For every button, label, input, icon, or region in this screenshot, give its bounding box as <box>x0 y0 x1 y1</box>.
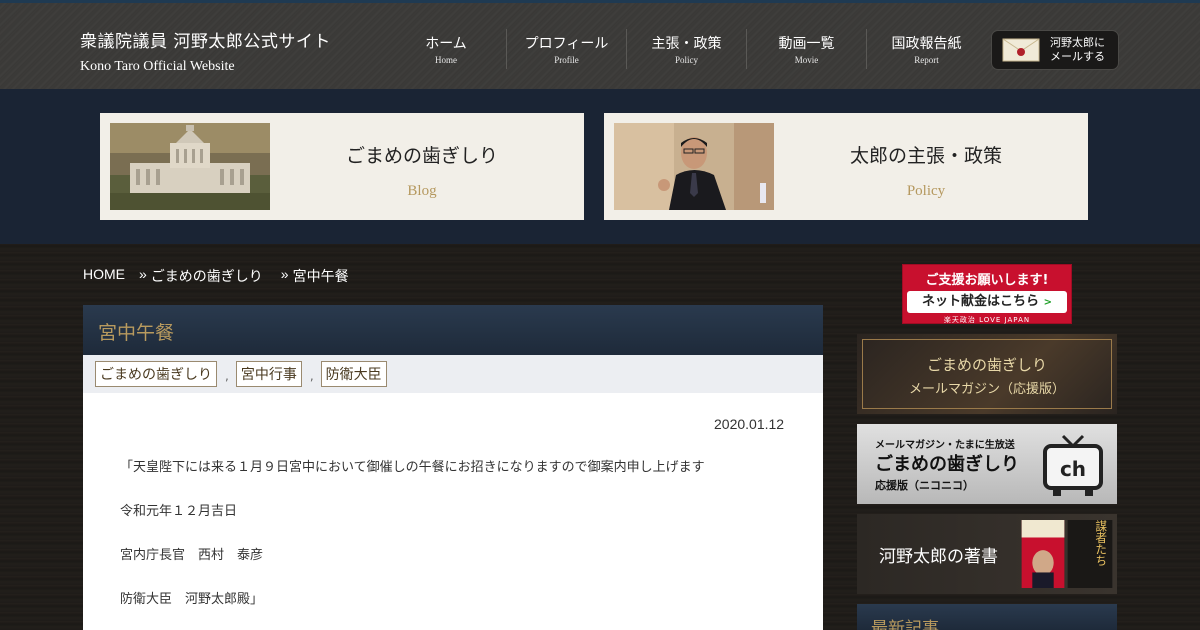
tag-imperial-event[interactable]: 宮中行事 <box>235 361 302 387</box>
email-taro-button[interactable]: 河野太郎に メールする <box>991 30 1119 70</box>
blog-banner-title: ごまめの歯ぎしり <box>345 145 498 167</box>
breadcrumb-separator: » <box>280 266 289 282</box>
post-tags: ごまめの歯ぎしり , 宮中行事 , 防衛大臣 <box>83 355 823 393</box>
envelope-icon <box>1002 38 1040 62</box>
nav-movie[interactable]: 動画一覧 Movie <box>746 29 866 69</box>
breadcrumb-separator: » <box>139 266 147 282</box>
blog-banner-subtitle: Blog <box>407 183 437 199</box>
site-title[interactable]: 衆議院議員 河野太郎公式サイト <box>80 27 331 52</box>
post-title: 宮中午餐 <box>98 322 175 344</box>
nav-report-label: 国政報告紙 <box>891 36 962 52</box>
main-nav: ホーム Home プロフィール Profile 主張・政策 Policy 動画一… <box>386 29 986 69</box>
niconico-banner-caption: メールマガジン・たまに生放送 <box>875 440 1015 451</box>
nav-report-sublabel: Report <box>914 55 939 65</box>
recent-posts-header: 最新記事 <box>857 604 1117 630</box>
policy-banner-card[interactable]: 太郎の主張・政策 Policy <box>604 113 1088 220</box>
breadcrumb-home[interactable]: HOME <box>83 266 125 286</box>
nav-policy-sublabel: Policy <box>674 55 698 65</box>
mail-magazine-subtitle: メールマガジン（応援版） <box>908 382 1065 397</box>
post-paragraph: 宮内庁長官 西村 泰彦 <box>120 548 264 563</box>
nav-profile-sublabel: Profile <box>554 55 579 65</box>
niconico-channel-banner[interactable]: メールマガジン・たまに生放送 ごまめの歯ぎしり 応援版（ニコニコ） ch <box>857 424 1117 504</box>
arrow-right-icon: > <box>1043 297 1052 308</box>
policy-banner-subtitle: Policy <box>906 183 946 199</box>
post-paragraph: 防衛大臣 河野太郎殿」 <box>120 592 264 607</box>
recent-posts-title: 最新記事 <box>871 619 939 630</box>
breadcrumb-current: 宮中午餐 <box>292 268 349 284</box>
email-button-label: 河野太郎に メールする <box>1050 36 1105 63</box>
tag-separator: , <box>309 369 314 383</box>
post-header: 宮中午餐 <box>83 305 823 355</box>
svg-text:共謀者たち: 共謀者たち <box>1094 520 1108 567</box>
donation-banner[interactable]: ご支援お願いします! ネット献金はこちら > 楽天政治 LOVE JAPAN <box>902 264 1072 324</box>
nav-home-label: ホーム <box>425 36 467 52</box>
mail-magazine-title: ごまめの歯ぎしり <box>926 356 1047 374</box>
breadcrumb-blog[interactable]: ごまめの歯ぎしり <box>151 266 263 286</box>
books-banner[interactable]: 河野太郎の著書 共謀者たち <box>857 514 1117 594</box>
nav-profile-label: プロフィール <box>524 36 609 52</box>
tag-defense-minister[interactable]: 防衛大臣 <box>320 361 387 387</box>
nav-report[interactable]: 国政報告紙 Report <box>866 29 986 69</box>
niconico-channel-logo-icon: ch <box>1043 434 1103 496</box>
donation-button[interactable]: ネット献金はこちら > <box>907 291 1067 313</box>
nav-movie-sublabel: Movie <box>794 55 819 65</box>
donation-banner-footer: 楽天政治 LOVE JAPAN <box>943 316 1031 324</box>
policy-banner-title: 太郎の主張・政策 <box>849 145 1002 167</box>
nav-home-sublabel: Home <box>435 55 457 65</box>
svg-text:ch: ch <box>1060 457 1086 481</box>
diet-building-photo <box>110 123 270 210</box>
blog-banner-card[interactable]: ごまめの歯ぎしり Blog <box>100 113 584 220</box>
breadcrumb: HOME » ごまめの歯ぎしり » 宮中午餐 <box>83 266 363 286</box>
post-body: 2020.01.12 「天皇陛下には来る１月９日宮中において御催しの午餐にお招き… <box>83 393 823 630</box>
tag-separator: , <box>225 369 229 383</box>
nav-profile[interactable]: プロフィール Profile <box>506 29 626 69</box>
nav-policy[interactable]: 主張・政策 Policy <box>626 29 746 69</box>
nav-movie-label: 動画一覧 <box>778 36 835 52</box>
books-banner-title: 河野太郎の著書 <box>879 547 998 567</box>
book-cover-image: 共謀者たち <box>1067 520 1113 588</box>
post-paragraph: 令和元年１２月吉日 <box>120 504 238 519</box>
speaker-photo <box>614 123 774 210</box>
post-date: 2020.01.12 <box>714 416 785 432</box>
niconico-banner-title: ごまめの歯ぎしり <box>875 454 1019 475</box>
donation-banner-heading: ご支援お願いします! <box>925 273 1049 288</box>
mail-magazine-banner[interactable]: ごまめの歯ぎしり メールマガジン（応援版） <box>857 334 1117 414</box>
nav-policy-label: 主張・政策 <box>651 36 722 52</box>
post-paragraph: 「天皇陛下には来る１月９日宮中において御催しの午餐にお招きになりますので御案内申… <box>120 460 705 475</box>
site-header: 衆議院議員 河野太郎公式サイト Kono Taro Official Websi… <box>0 3 1200 89</box>
book-cover-image <box>1021 520 1065 588</box>
tag-blog[interactable]: ごまめの歯ぎしり <box>95 361 217 387</box>
nav-home[interactable]: ホーム Home <box>386 29 506 69</box>
niconico-banner-subtitle: 応援版（ニコニコ） <box>875 479 974 492</box>
site-subtitle: Kono Taro Official Website <box>80 59 235 74</box>
